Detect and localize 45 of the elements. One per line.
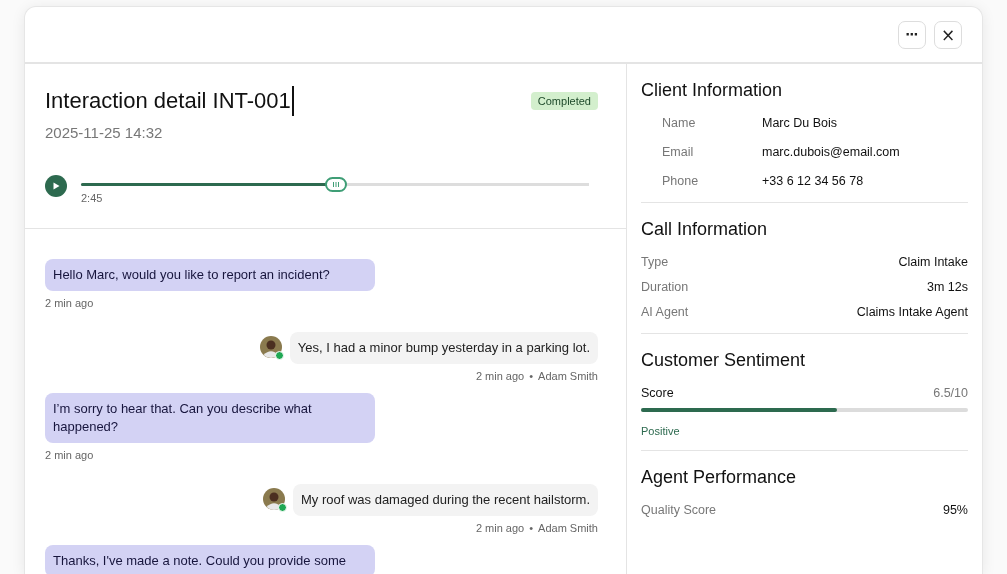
score-label: Score	[641, 385, 674, 402]
field-label: Duration	[641, 279, 689, 296]
field-label: Email	[662, 144, 695, 161]
separator-dot: •	[529, 369, 534, 383]
field-value: 3m 12s	[927, 279, 968, 296]
section-title: Client Information	[641, 79, 784, 102]
message-bubble: Hello Marc, would you like to report an incident?	[45, 259, 375, 291]
avatar-icon	[259, 336, 282, 358]
message-bubble: Yes, I had a minor bump yesterday in a parking lot.	[289, 332, 598, 364]
section-title: Customer Sentiment	[641, 349, 807, 372]
message-time: 2 min ago	[45, 448, 94, 462]
field-value: Marc Du Bois	[762, 115, 838, 132]
field-value: 95%	[942, 502, 968, 519]
separator-dot: •	[529, 521, 534, 535]
field-label: Type	[641, 254, 669, 271]
field-label: Name	[662, 115, 697, 132]
section-title: Call Information	[641, 218, 769, 241]
page-title: Interaction detail INT-001	[45, 86, 294, 116]
interaction-date: 2025-11-25 14:32	[45, 124, 164, 141]
message-time: 2 min ago	[475, 521, 525, 535]
field-value: Claims Intake Agent	[856, 304, 968, 321]
playback-time: 2:45	[81, 192, 104, 204]
close-button[interactable]: ×	[934, 20, 962, 49]
avatar-icon	[262, 488, 285, 510]
play-button[interactable]	[45, 175, 67, 197]
message-author: Adam Smith	[538, 521, 598, 535]
field-value: marc.dubois@email.com	[762, 144, 900, 161]
message-author: Adam Smith	[538, 369, 598, 383]
message-bubble: I’m sorry to hear that. Can you describe what happened?	[45, 393, 375, 443]
message-bubble: Thanks, I've made a note. Could you provide some	[45, 545, 375, 574]
sentiment-verdict: Positive	[641, 424, 681, 438]
field-label: Quality Score	[641, 502, 717, 519]
message-time: 2 min ago	[475, 369, 525, 383]
message-bubble: My roof was damaged during the recent hailstorm.	[292, 484, 598, 516]
section-title: Agent Performance	[641, 466, 798, 489]
status-badge: Completed	[530, 92, 598, 110]
field-value: +33 6 12 34 56 78	[762, 173, 864, 190]
field-label: AI Agent	[641, 304, 689, 321]
scrubber-handle[interactable]	[325, 177, 347, 192]
field-value: Claim Intake	[898, 254, 968, 271]
play-icon	[51, 181, 61, 191]
more-button[interactable]: ⋯	[898, 20, 926, 49]
message-time: 2 min ago	[45, 296, 94, 310]
score-reading: 6.5/10	[933, 385, 968, 402]
field-label: Phone	[662, 173, 700, 190]
